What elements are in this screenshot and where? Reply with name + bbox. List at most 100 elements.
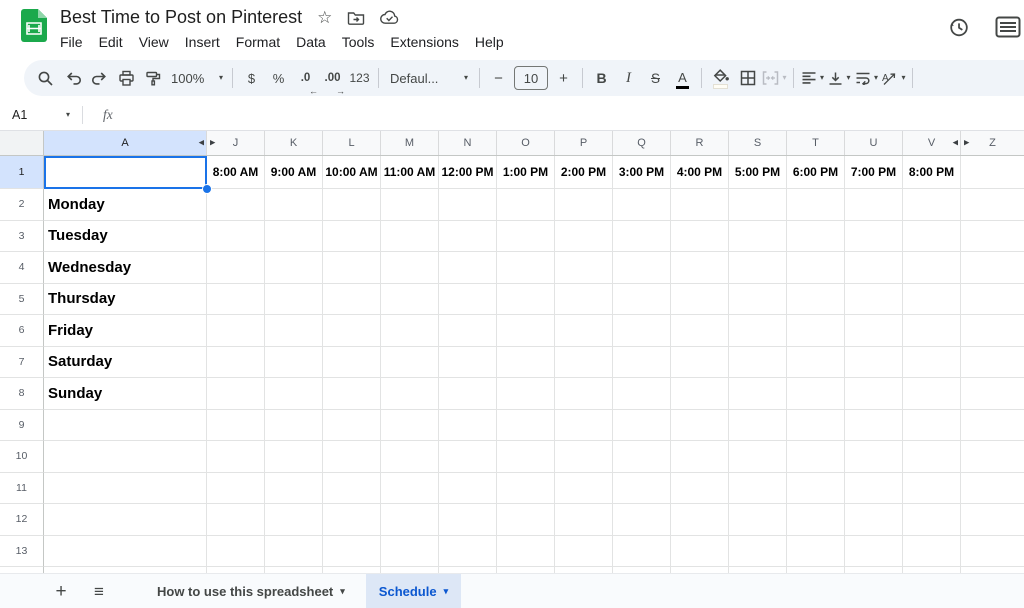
cell[interactable] [207, 347, 265, 379]
cell[interactable] [961, 504, 1024, 536]
cell[interactable] [381, 221, 439, 253]
cell[interactable]: 11:00 AM [381, 156, 439, 189]
strikethrough-button[interactable]: S [642, 64, 669, 92]
row-header-4[interactable]: 4 [0, 252, 44, 284]
cell[interactable] [903, 347, 961, 379]
chevron-down-icon[interactable]: ▾ [444, 587, 449, 596]
format-currency-button[interactable]: $ [238, 64, 265, 92]
cell[interactable] [497, 221, 555, 253]
cell[interactable] [265, 284, 323, 316]
cell[interactable] [265, 410, 323, 442]
column-header-P[interactable]: P [555, 131, 613, 155]
menu-data[interactable]: Data [288, 31, 334, 53]
cell[interactable]: 6:00 PM [787, 156, 845, 189]
column-header-M[interactable]: M [381, 131, 439, 155]
cell[interactable] [207, 252, 265, 284]
star-icon[interactable]: ☆ [317, 9, 332, 26]
increase-font-size-button[interactable]: + [550, 64, 577, 92]
cell[interactable] [265, 189, 323, 221]
cell[interactable] [729, 252, 787, 284]
cell[interactable] [671, 536, 729, 568]
formula-input[interactable] [113, 100, 1024, 130]
text-color-button[interactable]: A [669, 63, 696, 94]
hidden-columns-marker-icon[interactable]: ◀ [199, 140, 204, 147]
cell[interactable]: 3:00 PM [613, 156, 671, 189]
cell[interactable]: 2:00 PM [555, 156, 613, 189]
decrease-font-size-button[interactable]: − [485, 64, 512, 92]
print-button[interactable] [113, 64, 140, 92]
cell[interactable] [555, 221, 613, 253]
cell[interactable] [439, 410, 497, 442]
cloud-saved-icon[interactable] [380, 10, 399, 25]
cell[interactable] [207, 189, 265, 221]
font-size-input[interactable]: 10 [514, 66, 548, 90]
cell[interactable] [787, 221, 845, 253]
cell[interactable] [381, 284, 439, 316]
sheet-tab-how-to-use-this-spreadsheet[interactable]: How to use this spreadsheet▾ [144, 574, 358, 608]
row-header-2[interactable]: 2 [0, 189, 44, 221]
column-header-Q[interactable]: Q [613, 131, 671, 155]
row-header-8[interactable]: 8 [0, 378, 44, 410]
cell[interactable] [207, 378, 265, 410]
cell[interactable] [671, 252, 729, 284]
cell[interactable] [787, 473, 845, 505]
decrease-decimal-button[interactable]: .0 ← [292, 64, 319, 92]
cell[interactable] [439, 536, 497, 568]
version-history-icon[interactable] [946, 15, 971, 40]
select-all-corner[interactable] [0, 131, 44, 155]
cell[interactable] [729, 189, 787, 221]
cell[interactable] [613, 347, 671, 379]
menu-help[interactable]: Help [467, 31, 512, 53]
row-header-3[interactable]: 3 [0, 221, 44, 253]
cell[interactable] [845, 504, 903, 536]
cell[interactable] [845, 378, 903, 410]
cell[interactable] [961, 315, 1024, 347]
cell[interactable] [497, 536, 555, 568]
menu-edit[interactable]: Edit [91, 31, 131, 53]
cell[interactable] [381, 252, 439, 284]
cell[interactable] [381, 473, 439, 505]
cell[interactable] [845, 315, 903, 347]
cell[interactable] [265, 536, 323, 568]
cell[interactable] [787, 536, 845, 568]
cell-A4[interactable]: Wednesday [44, 252, 207, 284]
cell[interactable] [729, 284, 787, 316]
cell[interactable] [961, 536, 1024, 568]
cell[interactable] [613, 473, 671, 505]
cell[interactable] [207, 536, 265, 568]
cell[interactable] [323, 504, 381, 536]
column-header-R[interactable]: R [671, 131, 729, 155]
cell[interactable]: 4:00 PM [671, 156, 729, 189]
cell[interactable] [961, 473, 1024, 505]
cell[interactable] [671, 347, 729, 379]
cell[interactable] [787, 410, 845, 442]
borders-button[interactable] [734, 64, 761, 92]
cell[interactable] [613, 189, 671, 221]
row-header-14[interactable] [0, 567, 44, 573]
cell-A2[interactable]: Monday [44, 189, 207, 221]
cell-A7[interactable]: Saturday [44, 347, 207, 379]
cell[interactable] [497, 378, 555, 410]
cell[interactable] [903, 252, 961, 284]
cell[interactable] [265, 221, 323, 253]
row-header-5[interactable]: 5 [0, 284, 44, 316]
cell[interactable] [787, 315, 845, 347]
cell[interactable] [381, 410, 439, 442]
chevron-down-icon[interactable]: ▾ [340, 587, 345, 596]
cell[interactable] [613, 567, 671, 573]
cell[interactable] [729, 441, 787, 473]
cell[interactable] [729, 473, 787, 505]
column-header-A[interactable]: A◀ [44, 131, 207, 155]
cell[interactable] [845, 410, 903, 442]
cell[interactable] [439, 567, 497, 573]
cell[interactable] [787, 347, 845, 379]
cell-A3[interactable]: Tuesday [44, 221, 207, 253]
cell[interactable] [555, 347, 613, 379]
menu-file[interactable]: File [52, 31, 91, 53]
column-header-K[interactable]: K [265, 131, 323, 155]
cell[interactable] [613, 378, 671, 410]
paint-format-button[interactable] [140, 64, 167, 92]
cell-A1[interactable] [44, 156, 207, 189]
cell[interactable] [613, 441, 671, 473]
cell[interactable] [903, 284, 961, 316]
